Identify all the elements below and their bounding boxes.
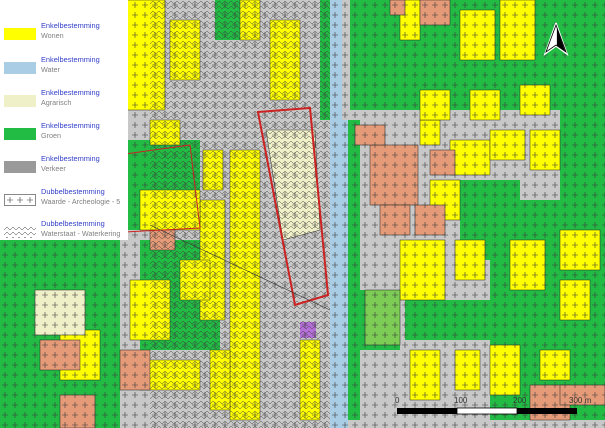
legend-subtitle: Agrarisch — [41, 98, 72, 107]
legend-title: Enkelbestemming — [41, 121, 100, 130]
legend-title: Enkelbestemming — [41, 88, 100, 97]
legend-item-agrarisch: Enkelbestemming Agrarisch — [0, 87, 128, 117]
legend-subtitle: Waterstaat - Waterkering — [41, 229, 121, 238]
legend-subtitle: Verkeer — [41, 164, 66, 173]
legend-subtitle: Water — [41, 65, 60, 74]
legend-title: Dubbelbestemming — [41, 219, 105, 228]
north-arrow-icon — [543, 22, 569, 56]
legend-swatch-water — [4, 62, 36, 74]
scale-label-0: 0 — [395, 396, 400, 405]
legend-item-water: Enkelbestemming Water — [0, 54, 128, 84]
legend-item-waterkering: Dubbelbestemming Waterstaat - Waterkerin… — [0, 218, 128, 248]
scale-label-100: 100 — [454, 396, 468, 405]
legend-title: Enkelbestemming — [41, 21, 100, 30]
legend-item-wonen: Enkelbestemming Wonen — [0, 20, 128, 50]
legend-item-groen: Enkelbestemming Groen — [0, 120, 128, 150]
legend-item-verkeer: Enkelbestemming Verkeer — [0, 153, 128, 183]
legend-subtitle: Wonen — [41, 31, 64, 40]
scale-label-300: 300 m — [569, 396, 592, 405]
legend-title: Enkelbestemming — [41, 154, 100, 163]
map-legend: Enkelbestemming Wonen Enkelbestemming Wa… — [0, 0, 128, 240]
legend-title: Enkelbestemming — [41, 55, 100, 64]
legend-swatch-agrarisch — [4, 95, 36, 107]
zoning-map[interactable]: Enkelbestemming Wonen Enkelbestemming Wa… — [0, 0, 605, 428]
legend-swatch-wonen — [4, 28, 36, 40]
legend-subtitle: Waarde - Archeologie - 5 — [41, 197, 121, 206]
legend-item-archeologie: Dubbelbestemming Waarde - Archeologie - … — [0, 186, 128, 216]
legend-swatch-groen — [4, 128, 36, 140]
scale-bar-icon — [397, 407, 577, 415]
legend-swatch-waterkering — [4, 226, 36, 238]
legend-swatch-verkeer — [4, 161, 36, 173]
waterkering-overlay — [150, 0, 330, 428]
legend-subtitle: Groen — [41, 131, 61, 140]
scale-bar: 0 100 200 300 m — [395, 396, 597, 418]
scale-label-200: 200 — [513, 396, 527, 405]
legend-swatch-archeologie — [4, 194, 36, 206]
legend-title: Dubbelbestemming — [41, 187, 105, 196]
